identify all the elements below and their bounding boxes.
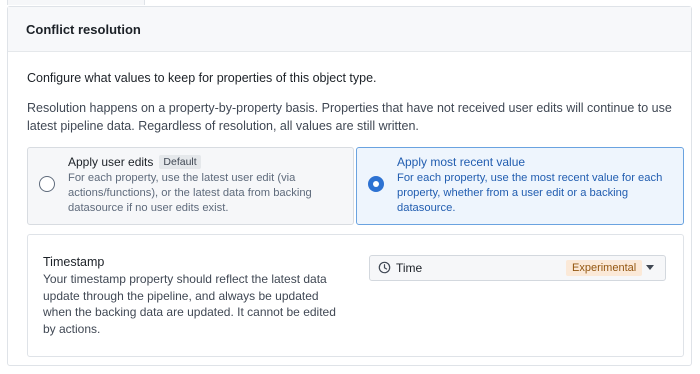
panel-title: Conflict resolution — [26, 21, 141, 37]
timestamp-card: Timestamp Your timestamp property should… — [27, 234, 684, 357]
option-description: For each property, use the latest user e… — [68, 172, 312, 214]
chevron-down-icon[interactable] — [646, 265, 654, 270]
intro-text: Configure what values to keep for proper… — [27, 71, 377, 85]
radio-unselected-icon[interactable] — [39, 176, 55, 192]
timestamp-description: Your timestamp property should reflect t… — [43, 272, 336, 336]
panel-header: Conflict resolution — [8, 7, 691, 52]
experimental-badge: Experimental — [566, 260, 643, 276]
conflict-resolution-panel: Conflict resolution Configure what value… — [7, 6, 692, 366]
top-tab-edge — [7, 0, 145, 5]
option-title: Apply user edits Default — [68, 155, 201, 169]
radio-selected-icon[interactable] — [368, 176, 384, 192]
option-description: For each property, use the most recent v… — [397, 172, 663, 214]
description-text: Resolution happens on a property-by-prop… — [27, 101, 672, 133]
select-value: Time — [396, 261, 423, 275]
option-apply-most-recent-value[interactable]: Apply most recent value For each propert… — [356, 147, 684, 225]
timestamp-title: Timestamp — [43, 255, 105, 269]
clock-icon — [378, 261, 391, 274]
timestamp-property-select[interactable]: Time Experimental — [369, 255, 666, 281]
default-badge: Default — [159, 155, 201, 169]
option-title-text: Apply most recent value — [397, 155, 526, 169]
option-apply-user-edits[interactable]: Apply user edits Default For each propert… — [27, 147, 354, 225]
option-title-text: Apply user edits — [68, 155, 154, 169]
